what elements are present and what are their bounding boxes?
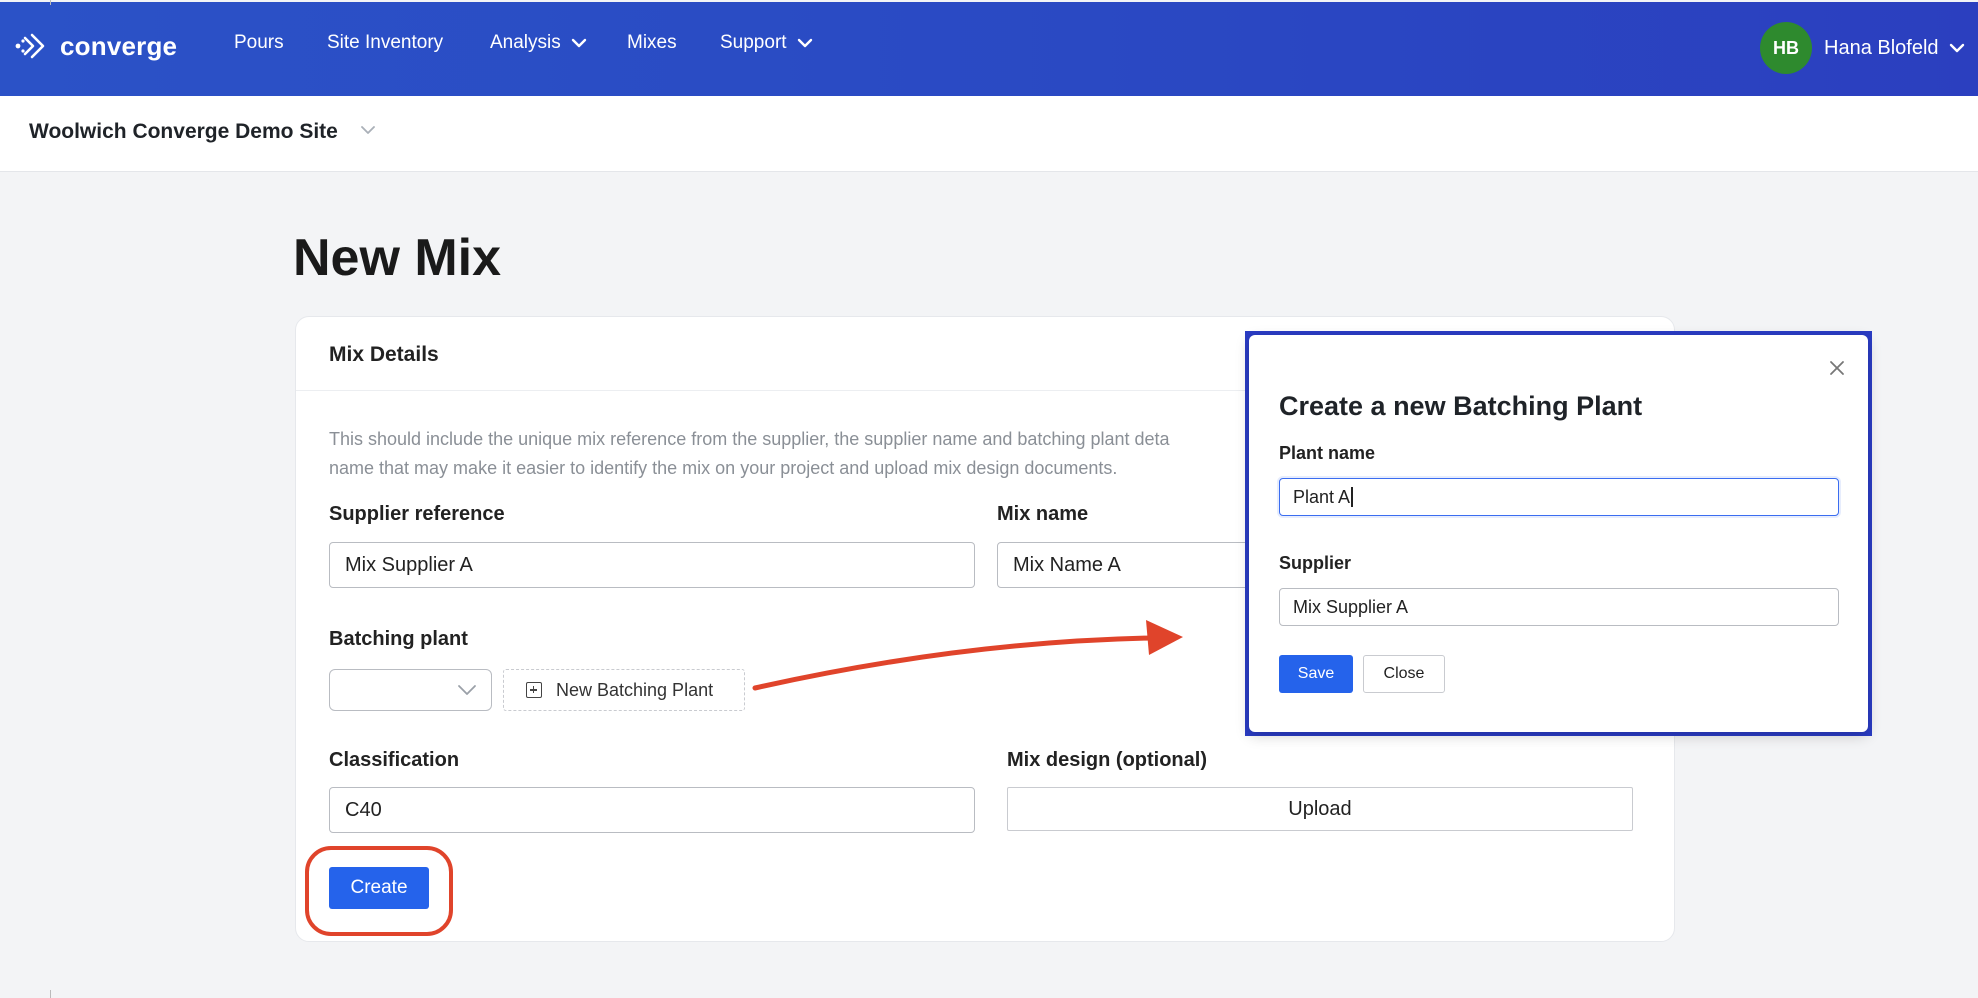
avatar-initials: HB (1773, 37, 1799, 58)
upload-button[interactable]: Upload (1007, 787, 1633, 831)
supplier-reference-input[interactable]: Mix Supplier A (329, 542, 975, 588)
mix-name-label: Mix name (997, 503, 1089, 525)
nav-item-mixes[interactable]: Mixes (627, 32, 677, 54)
user-menu[interactable]: HB Hana Blofeld (1760, 20, 1965, 76)
top-navbar: converge Pours Site Inventory Analysis M… (0, 2, 1978, 96)
save-button[interactable]: Save (1279, 655, 1353, 693)
supplier-label: Supplier (1279, 553, 1352, 573)
card-description: This should include the unique mix refer… (329, 425, 1329, 483)
nav-item-pours[interactable]: Pours (234, 32, 284, 54)
input-value: Mix Name A (1013, 553, 1121, 576)
chevron-down-icon (1949, 43, 1964, 53)
supplier-input[interactable]: Mix Supplier A (1279, 588, 1839, 626)
text-caret (1351, 487, 1353, 507)
site-selector[interactable]: Woolwich Converge Demo Site (29, 120, 338, 144)
nav-item-support[interactable]: Support (720, 32, 813, 54)
card-title: Mix Details (329, 343, 439, 366)
chevron-down-icon (458, 685, 476, 695)
user-name: Hana Blofeld (1824, 36, 1939, 59)
nav-item-label: Site Inventory (327, 32, 444, 53)
close-button[interactable]: Close (1363, 655, 1445, 693)
create-batching-plant-modal: Create a new Batching Plant Plant name P… (1249, 335, 1868, 732)
close-icon[interactable] (1828, 359, 1846, 377)
batching-plant-label: Batching plant (329, 628, 468, 650)
description-line: name that may make it easier to identify… (329, 458, 1118, 478)
input-value: Mix Supplier A (345, 553, 473, 576)
nav-item-site-inventory[interactable]: Site Inventory (327, 32, 443, 54)
button-label: Close (1383, 665, 1425, 682)
batching-plant-select[interactable] (329, 669, 492, 711)
input-value: Mix Supplier A (1293, 596, 1409, 617)
nav-item-label: Support (720, 32, 787, 53)
button-label: Save (1297, 665, 1335, 682)
mix-design-label: Mix design (optional) (1007, 749, 1207, 771)
nav-item-label: Analysis (490, 32, 561, 53)
modal-title: Create a new Batching Plant (1279, 391, 1643, 421)
nav-item-analysis[interactable]: Analysis (490, 32, 587, 54)
plus-square-icon (526, 682, 542, 698)
input-value: C40 (345, 798, 382, 821)
annotation-highlight-ring (305, 846, 453, 936)
button-label: Upload (1288, 797, 1352, 820)
page-title: New Mix (293, 229, 502, 287)
chevron-down-icon[interactable] (360, 124, 376, 136)
nav-item-label: Mixes (627, 32, 677, 53)
plant-name-input[interactable]: Plant A (1279, 478, 1839, 516)
converge-logo-icon (15, 33, 45, 59)
classification-label: Classification (329, 749, 460, 771)
brand-logo[interactable]: converge (14, 28, 177, 64)
button-label: New Batching Plant (556, 679, 714, 700)
nav-item-label: Pours (234, 32, 284, 53)
new-batching-plant-button[interactable]: New Batching Plant (503, 669, 745, 711)
input-value: Plant A (1293, 486, 1351, 507)
supplier-reference-label: Supplier reference (329, 503, 505, 525)
plant-name-label: Plant name (1279, 443, 1376, 463)
edge-mark (50, 0, 51, 5)
avatar: HB (1760, 22, 1812, 74)
site-selector-bar: Woolwich Converge Demo Site (0, 96, 1978, 172)
classification-input[interactable]: C40 (329, 787, 975, 833)
description-line: This should include the unique mix refer… (329, 429, 1170, 449)
edge-mark (50, 990, 51, 998)
chevron-down-icon (571, 38, 586, 48)
chevron-down-icon (797, 38, 812, 48)
brand-name: converge (60, 30, 178, 61)
